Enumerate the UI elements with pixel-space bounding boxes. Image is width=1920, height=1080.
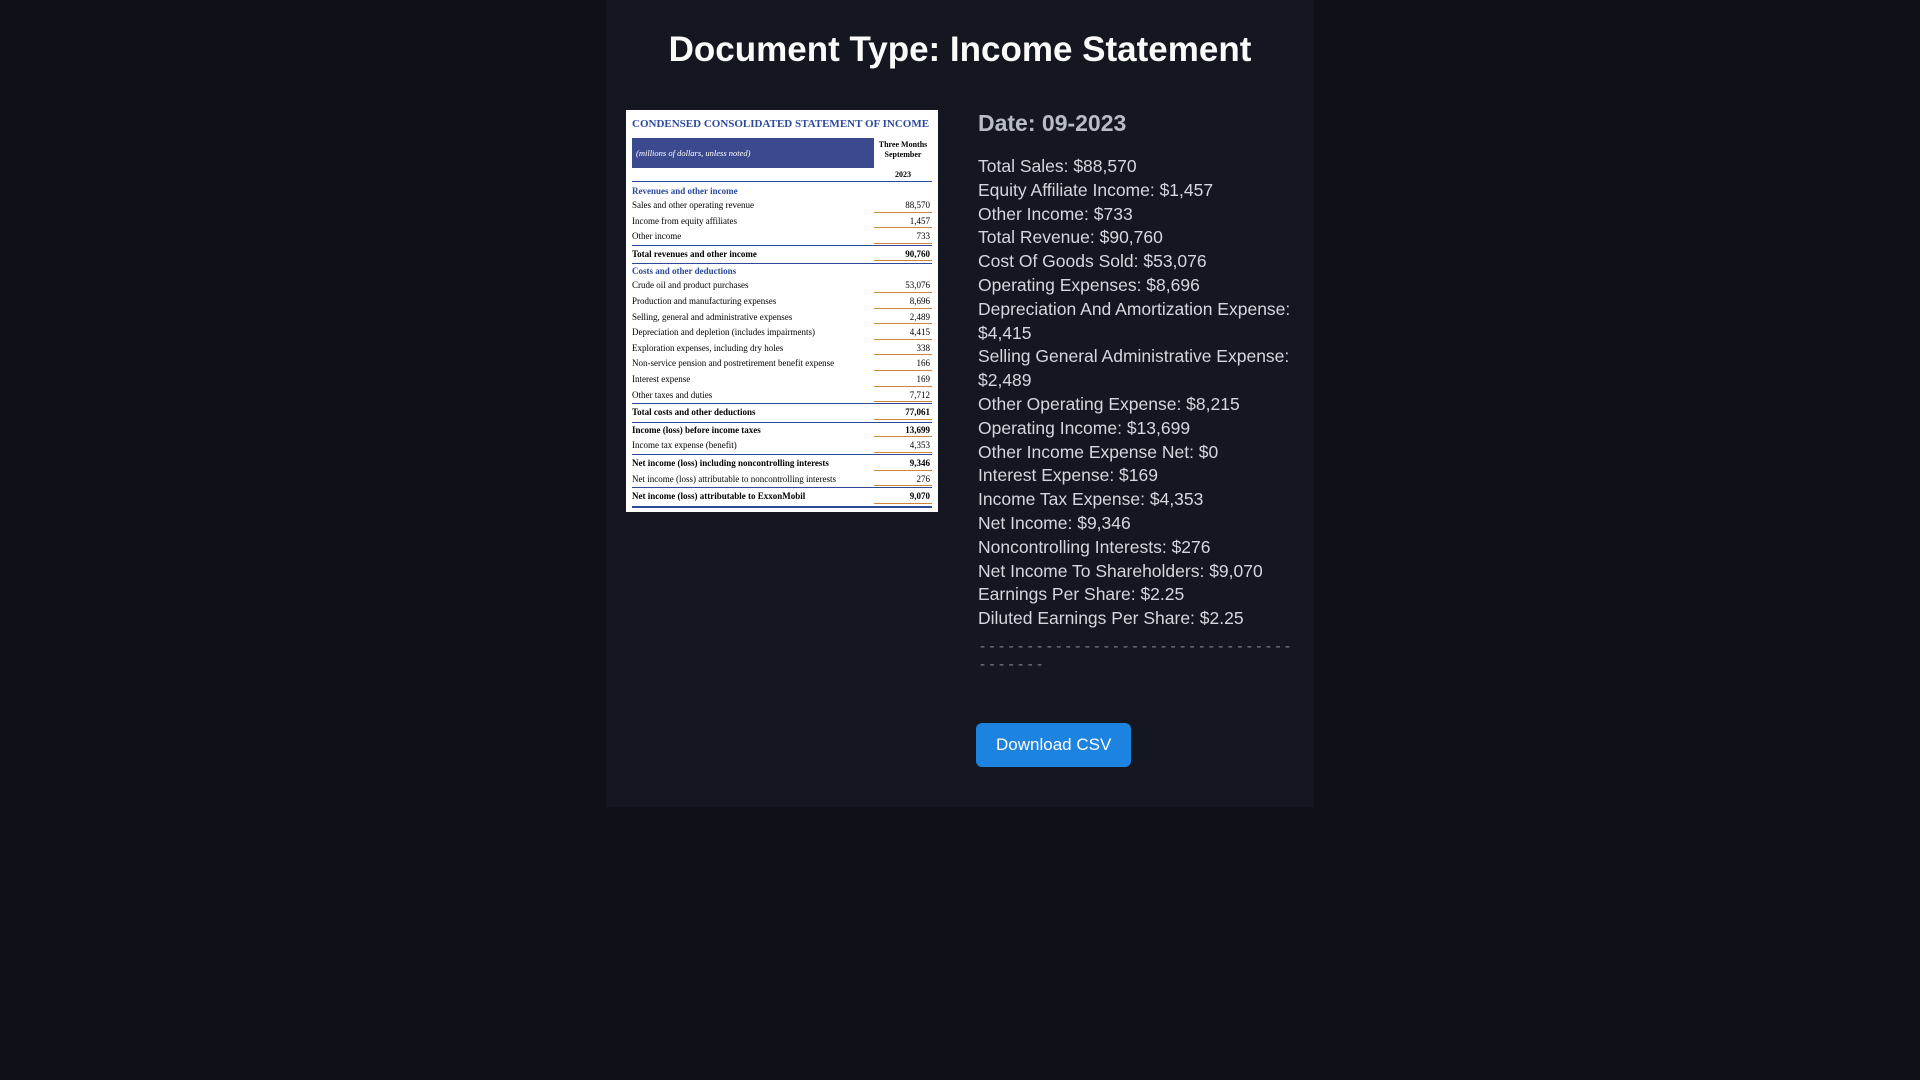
table-row: Crude oil and product purchases53,076 — [632, 278, 932, 294]
document-year: 2023 — [874, 168, 932, 181]
table-row: Net income (loss) attributable to ExxonM… — [632, 487, 932, 508]
table-row: Other taxes and duties7,712 — [632, 388, 932, 404]
button-row: Download CSV — [606, 673, 1314, 767]
info-line: Total Revenue: $90,760 — [978, 226, 1294, 250]
info-line: Other Operating Expense: $8,215 — [978, 393, 1294, 417]
info-line: Depreciation And Amortization Expense: $… — [978, 298, 1294, 346]
table-row: Production and manufacturing expenses8,6… — [632, 294, 932, 310]
table-row: Income from equity affiliates1,457 — [632, 214, 932, 230]
table-row: Total revenues and other income90,760 — [632, 245, 932, 265]
table-row: Income (loss) before income taxes13,699 — [632, 423, 932, 439]
income-statement-document: CONDENSED CONSOLIDATED STATEMENT OF INCO… — [626, 110, 938, 512]
document-title: CONDENSED CONSOLIDATED STATEMENT OF INCO… — [632, 118, 932, 130]
table-row: Other income733 — [632, 229, 932, 245]
info-line: Diluted Earnings Per Share: $2.25 — [978, 607, 1294, 631]
main-container: Document Type: Income Statement CONDENSE… — [606, 0, 1314, 807]
table-row: Selling, general and administrative expe… — [632, 310, 932, 326]
costs-section-header: Costs and other deductions — [632, 264, 932, 278]
info-column: Date: 09-2023 Total Sales: $88,570Equity… — [978, 110, 1294, 673]
date-heading: Date: 09-2023 — [978, 110, 1294, 137]
info-line: Other Income Expense Net: $0 — [978, 441, 1294, 465]
separator-line: ---------------------------------------- — [978, 637, 1294, 673]
table-row: Non-service pension and postretirement b… — [632, 356, 932, 372]
info-line: Operating Income: $13,699 — [978, 417, 1294, 441]
info-line: Net Income To Shareholders: $9,070 — [978, 560, 1294, 584]
table-row: Net income (loss) including noncontrolli… — [632, 454, 932, 472]
page-title: Document Type: Income Statement — [606, 30, 1314, 70]
info-line: Noncontrolling Interests: $276 — [978, 536, 1294, 560]
info-line: Earnings Per Share: $2.25 — [978, 583, 1294, 607]
info-line: Income Tax Expense: $4,353 — [978, 488, 1294, 512]
document-column: CONDENSED CONSOLIDATED STATEMENT OF INCO… — [626, 110, 938, 673]
info-line: Operating Expenses: $8,696 — [978, 274, 1294, 298]
table-row: Interest expense169 — [632, 372, 932, 388]
info-line: Selling General Administrative Expense: … — [978, 345, 1294, 393]
info-line: Net Income: $9,346 — [978, 512, 1294, 536]
content-row: CONDENSED CONSOLIDATED STATEMENT OF INCO… — [606, 110, 1314, 673]
document-units-note: (millions of dollars, unless noted) — [632, 138, 874, 168]
info-line: Equity Affiliate Income: $1,457 — [978, 179, 1294, 203]
table-row: Income tax expense (benefit)4,353 — [632, 438, 932, 454]
table-row: Total costs and other deductions77,061 — [632, 403, 932, 423]
revenues-section-header: Revenues and other income — [632, 184, 932, 198]
download-csv-button[interactable]: Download CSV — [976, 723, 1131, 767]
document-period-header: Three Months September — [874, 138, 932, 168]
info-line: Other Income: $733 — [978, 203, 1294, 227]
info-lines: Total Sales: $88,570Equity Affiliate Inc… — [978, 155, 1294, 631]
table-row: Net income (loss) attributable to noncon… — [632, 472, 932, 488]
info-line: Interest Expense: $169 — [978, 464, 1294, 488]
table-row: Depreciation and depletion (includes imp… — [632, 325, 932, 341]
info-line: Cost Of Goods Sold: $53,076 — [978, 250, 1294, 274]
info-line: Total Sales: $88,570 — [978, 155, 1294, 179]
table-row: Sales and other operating revenue88,570 — [632, 198, 932, 214]
table-row: Exploration expenses, including dry hole… — [632, 341, 932, 357]
